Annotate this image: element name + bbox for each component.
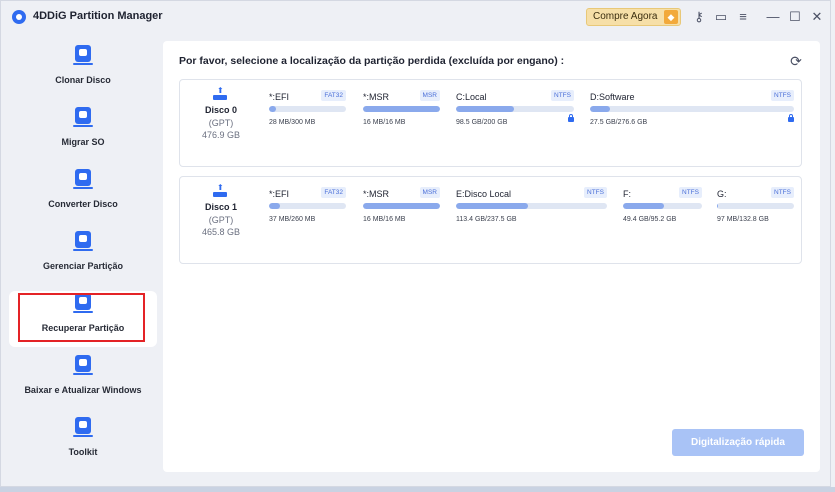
disk-type: (GPT) xyxy=(208,215,234,225)
partition-usage: 27.5 GB/276.6 GB xyxy=(590,119,648,126)
sidebar-item-label: Gerenciar Partição xyxy=(42,261,124,271)
partition-tile[interactable]: F: NTFS 49.4 GB/95.2 GB xyxy=(623,177,702,263)
lock-icon xyxy=(568,114,574,122)
filesystem-badge: NTFS xyxy=(771,187,794,198)
usage-bar xyxy=(623,203,702,209)
sidebar: Clonar Disco Migrar SO Converter Disco G… xyxy=(1,33,161,488)
menu-icon[interactable]: ≡ xyxy=(735,9,751,25)
partition-name: G: xyxy=(717,189,727,199)
partition-name: *:EFI xyxy=(269,189,290,199)
diamond-icon: ◆ xyxy=(664,10,678,24)
partition-usage: 113.4 GB/237.5 GB xyxy=(456,216,517,223)
usage-bar xyxy=(590,106,794,112)
sidebar-item-label: Baixar e Atualizar Windows xyxy=(24,385,142,395)
partition-usage: 98.5 GB/200 GB xyxy=(456,119,508,126)
disk-info: ⬆ Disco 0 (GPT) 476.9 GB xyxy=(180,80,262,166)
partition-name: D:Software xyxy=(590,92,635,102)
usage-bar xyxy=(269,203,346,209)
usage-bar xyxy=(363,106,440,112)
partition-name: F: xyxy=(623,189,631,199)
partition-usage: 28 MB/300 MB xyxy=(269,119,316,126)
key-icon[interactable]: ⚷ xyxy=(691,9,707,25)
partition-tile[interactable]: *:MSR MSR 16 MB/16 MB xyxy=(363,80,440,166)
page-title: Por favor, selecione a localização da pa… xyxy=(179,55,565,67)
disk-card-0: ⬆ Disco 0 (GPT) 476.9 GB *:EFI FAT32 28 … xyxy=(179,79,802,167)
partition-tile[interactable]: G: NTFS 97 MB/132.8 GB xyxy=(717,177,794,263)
partition-name: *:MSR xyxy=(363,92,390,102)
usage-bar xyxy=(456,106,574,112)
disk-name: Disco 0 xyxy=(204,105,237,115)
partition-tile[interactable]: D:Software NTFS 27.5 GB/276.6 GB xyxy=(590,80,794,166)
maximize-icon[interactable]: ☐ xyxy=(787,9,803,25)
sidebar-item-converter-disco[interactable]: Converter Disco xyxy=(9,167,157,223)
sidebar-item-clonar-disco[interactable]: Clonar Disco xyxy=(9,43,157,99)
sidebar-item-label: Toolkit xyxy=(68,447,98,457)
partition-tile[interactable]: *:EFI FAT32 37 MB/260 MB xyxy=(269,177,346,263)
partition-usage: 16 MB/16 MB xyxy=(363,216,406,223)
title-bar: 4DDiG Partition Manager Compre Agora ◆ ⚷… xyxy=(1,1,830,33)
buy-now-button[interactable]: Compre Agora ◆ xyxy=(586,8,681,26)
disk-size: 476.9 GB xyxy=(201,130,241,140)
filesystem-badge: FAT32 xyxy=(321,90,346,101)
sidebar-item-label: Clonar Disco xyxy=(55,75,111,85)
clone-disk-icon xyxy=(73,45,93,65)
partition-usage: 49.4 GB/95.2 GB xyxy=(623,216,677,223)
filesystem-badge: FAT32 xyxy=(321,187,346,198)
partition-usage: 37 MB/260 MB xyxy=(269,216,316,223)
disk-size: 465.8 GB xyxy=(201,227,241,237)
app-title: 4DDiG Partition Manager xyxy=(33,10,163,22)
buy-now-label: Compre Agora xyxy=(593,11,658,22)
usage-bar xyxy=(269,106,346,112)
download-windows-icon xyxy=(73,355,93,375)
filesystem-badge: NTFS xyxy=(679,187,702,198)
filesystem-badge: NTFS xyxy=(551,90,574,101)
background-window-strip xyxy=(0,487,835,492)
disk-icon: ⬆ xyxy=(213,184,227,198)
manage-partition-icon xyxy=(73,231,93,251)
quick-scan-button[interactable]: Digitalização rápida xyxy=(672,429,804,456)
convert-disk-icon xyxy=(73,169,93,189)
lock-icon xyxy=(788,114,794,122)
filesystem-badge: NTFS xyxy=(584,187,607,198)
partition-tile[interactable]: E:Disco Local NTFS 113.4 GB/237.5 GB xyxy=(456,177,607,263)
sidebar-item-label: Converter Disco xyxy=(48,199,118,209)
toolkit-icon xyxy=(73,417,93,437)
disk-icon: ⬆ xyxy=(213,87,227,101)
disk-name: Disco 1 xyxy=(204,202,237,212)
usage-bar xyxy=(717,203,794,209)
partition-name: C:Local xyxy=(456,92,487,102)
main-panel: Por favor, selecione a localização da pa… xyxy=(163,41,820,472)
sidebar-item-gerenciar-particao[interactable]: Gerenciar Partição xyxy=(9,229,157,285)
usage-bar xyxy=(363,203,440,209)
partition-tile[interactable]: C:Local NTFS 98.5 GB/200 GB xyxy=(456,80,574,166)
disk-card-1: ⬆ Disco 1 (GPT) 465.8 GB *:EFI FAT32 37 … xyxy=(179,176,802,264)
filesystem-badge: MSR xyxy=(419,90,440,101)
sidebar-item-toolkit[interactable]: Toolkit xyxy=(9,415,157,471)
partition-name: E:Disco Local xyxy=(456,189,512,199)
partition-usage: 97 MB/132.8 GB xyxy=(717,216,769,223)
partition-tile[interactable]: *:MSR MSR 16 MB/16 MB xyxy=(363,177,440,263)
partition-name: *:MSR xyxy=(363,189,390,199)
filesystem-badge: NTFS xyxy=(771,90,794,101)
migrate-os-icon xyxy=(73,107,93,127)
feedback-icon[interactable]: ▭ xyxy=(713,9,729,25)
app-window: 4DDiG Partition Manager Compre Agora ◆ ⚷… xyxy=(0,0,831,487)
refresh-icon[interactable]: ⟳ xyxy=(788,53,804,69)
partition-tile[interactable]: *:EFI FAT32 28 MB/300 MB xyxy=(269,80,346,166)
app-logo-icon xyxy=(12,10,26,24)
usage-bar xyxy=(456,203,607,209)
partition-name: *:EFI xyxy=(269,92,290,102)
disk-info: ⬆ Disco 1 (GPT) 465.8 GB xyxy=(180,177,262,263)
filesystem-badge: MSR xyxy=(419,187,440,198)
minimize-icon[interactable]: — xyxy=(765,9,781,25)
sidebar-item-baixar-windows[interactable]: Baixar e Atualizar Windows xyxy=(9,353,157,409)
disk-type: (GPT) xyxy=(208,118,234,128)
close-icon[interactable]: ✕ xyxy=(809,9,825,25)
sidebar-item-migrar-so[interactable]: Migrar SO xyxy=(9,105,157,161)
sidebar-item-label: Migrar SO xyxy=(61,137,105,147)
highlight-box xyxy=(18,293,145,342)
partition-usage: 16 MB/16 MB xyxy=(363,119,406,126)
